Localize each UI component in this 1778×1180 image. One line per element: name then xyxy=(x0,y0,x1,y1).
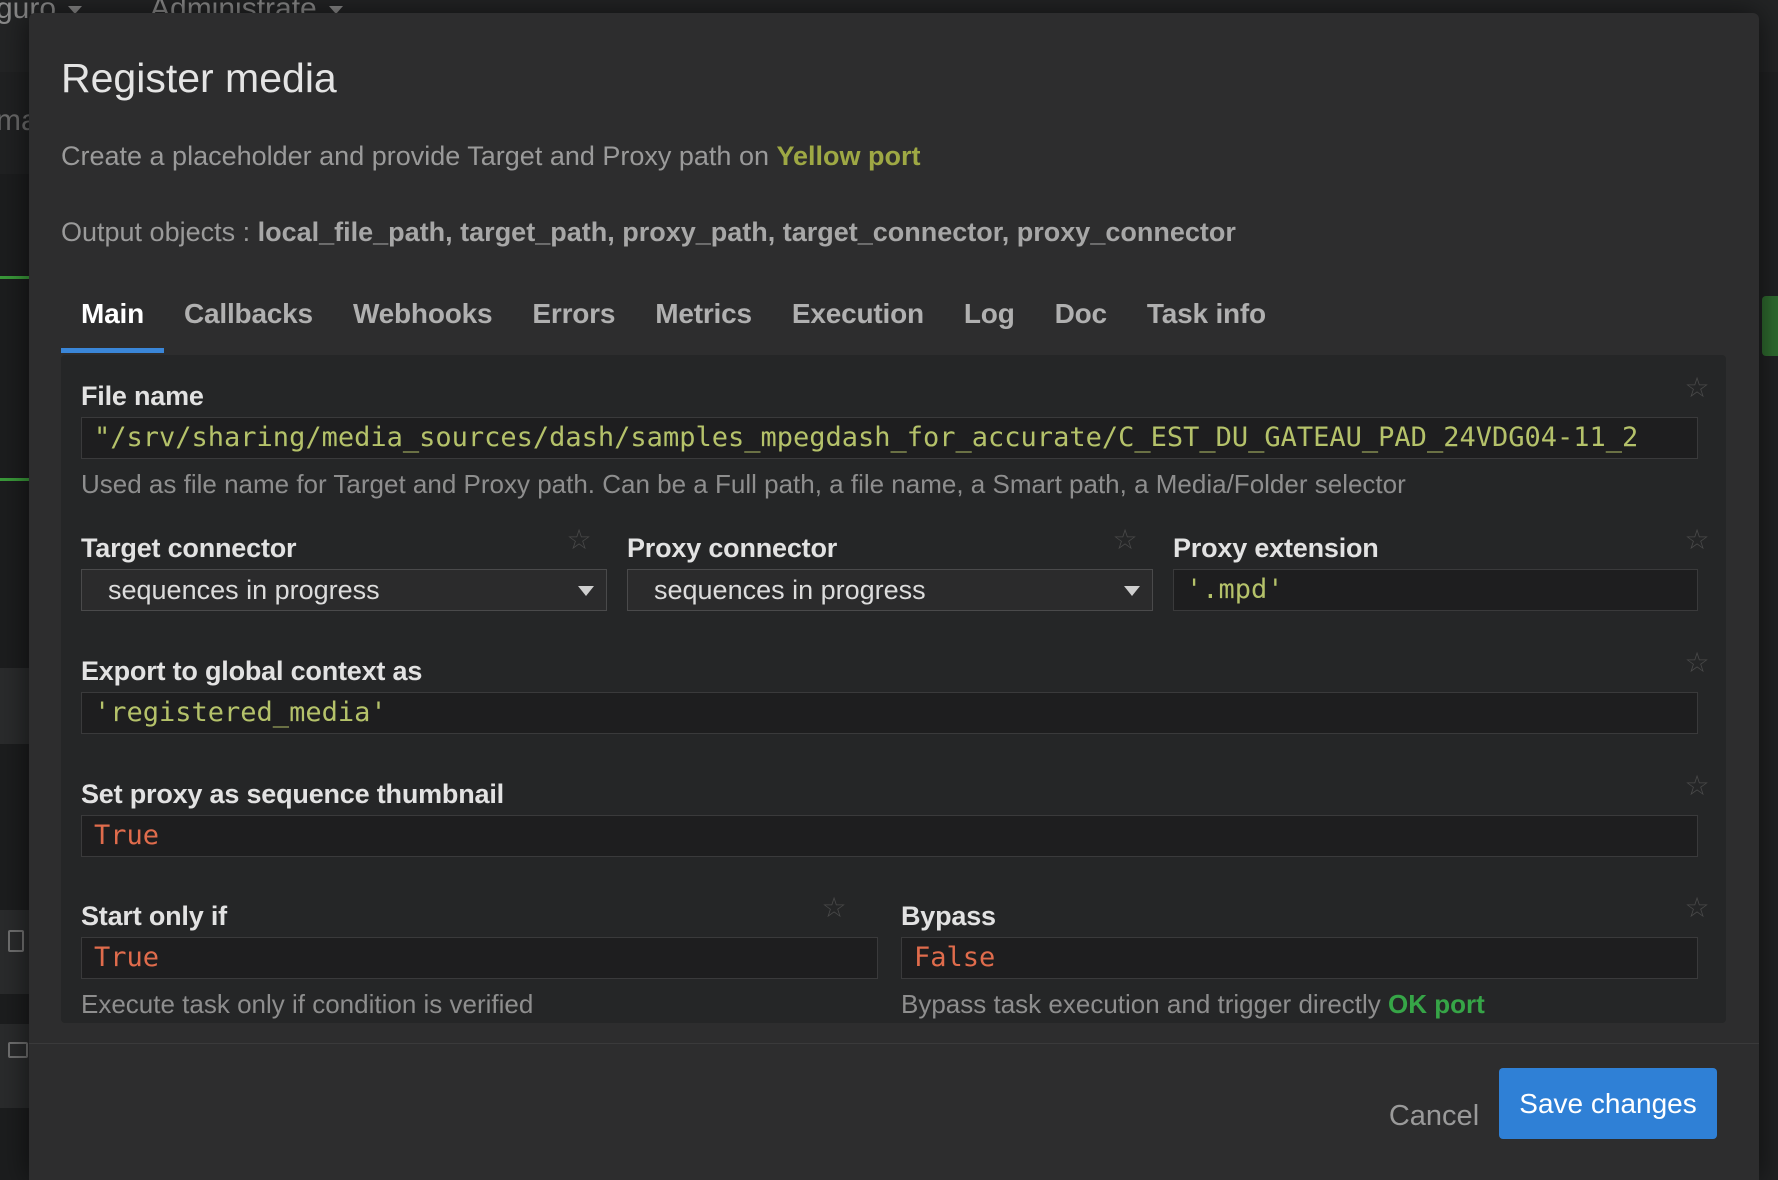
star-icon[interactable]: ☆ xyxy=(1684,649,1710,677)
sidebar-green-marker xyxy=(0,478,30,481)
app-right-edge xyxy=(1758,72,1778,1180)
app-sidebar: ma xyxy=(0,72,38,1180)
target-connector-label: Target connector xyxy=(81,533,297,563)
star-icon[interactable]: ☆ xyxy=(566,526,592,554)
start-only-if-input[interactable]: True xyxy=(81,937,878,979)
document-download-icon[interactable] xyxy=(8,930,24,952)
proxy-connector-label: Proxy connector xyxy=(627,533,838,563)
cancel-button[interactable]: Cancel xyxy=(1359,1081,1509,1151)
file-name-help: Used as file name for Target and Proxy p… xyxy=(81,469,1406,499)
star-icon[interactable]: ☆ xyxy=(1684,894,1710,922)
register-media-modal: Register media Create a placeholder and … xyxy=(29,13,1759,1180)
sidebar-row xyxy=(0,910,30,994)
modal-tabs: Main Callbacks Webhooks Errors Metrics E… xyxy=(61,281,1286,353)
tab-task-info[interactable]: Task info xyxy=(1127,281,1286,353)
proxy-connector-select[interactable]: sequences in progress xyxy=(627,569,1153,611)
ok-port-label: OK port xyxy=(1388,989,1485,1019)
star-icon[interactable]: ☆ xyxy=(1684,526,1710,554)
save-changes-button[interactable]: Save changes xyxy=(1499,1068,1717,1139)
tab-doc[interactable]: Doc xyxy=(1035,281,1127,353)
modal-description: Create a placeholder and provide Target … xyxy=(61,141,921,171)
folder-settings-icon[interactable] xyxy=(8,1042,28,1058)
export-context-label: Export to global context as xyxy=(81,656,423,686)
dropdown-arrow-icon xyxy=(1124,586,1140,596)
proxy-thumbnail-input[interactable]: True xyxy=(81,815,1698,857)
star-icon[interactable]: ☆ xyxy=(1112,526,1138,554)
proxy-extension-input[interactable]: '.mpd' xyxy=(1173,569,1698,611)
star-icon[interactable]: ☆ xyxy=(1684,772,1710,800)
sidebar-row xyxy=(0,1024,30,1108)
main-tab-panel: File name ☆ "/srv/sharing/media_sources/… xyxy=(61,355,1726,1023)
output-objects-list: local_file_path, target_path, proxy_path… xyxy=(257,217,1236,247)
modal-title: Register media xyxy=(61,55,337,101)
bypass-input[interactable]: False xyxy=(901,937,1698,979)
proxy-extension-label: Proxy extension xyxy=(1173,533,1379,563)
footer-divider xyxy=(29,1043,1759,1044)
dropdown-arrow-icon xyxy=(578,586,594,596)
file-name-input[interactable]: "/srv/sharing/media_sources/dash/samples… xyxy=(81,417,1698,459)
sidebar-green-marker xyxy=(0,276,30,279)
file-name-label: File name xyxy=(81,381,204,411)
tab-execution[interactable]: Execution xyxy=(772,281,944,353)
export-context-input[interactable]: 'registered_media' xyxy=(81,692,1698,734)
bypass-label: Bypass xyxy=(901,901,996,931)
right-green-tab xyxy=(1762,296,1778,356)
output-objects: Output objects : local_file_path, target… xyxy=(61,217,1236,247)
start-only-if-label: Start only if xyxy=(81,901,227,931)
tab-webhooks[interactable]: Webhooks xyxy=(333,281,512,353)
tab-errors[interactable]: Errors xyxy=(512,281,635,353)
star-icon[interactable]: ☆ xyxy=(1684,374,1710,402)
yellow-port-label: Yellow port xyxy=(776,141,921,171)
tab-log[interactable]: Log xyxy=(944,281,1035,353)
target-connector-select[interactable]: sequences in progress xyxy=(81,569,607,611)
start-only-if-help: Execute task only if condition is verifi… xyxy=(81,989,534,1019)
sidebar-row xyxy=(0,668,30,744)
tab-metrics[interactable]: Metrics xyxy=(635,281,772,353)
proxy-thumbnail-label: Set proxy as sequence thumbnail xyxy=(81,779,504,809)
tab-main[interactable]: Main xyxy=(61,281,164,353)
tab-callbacks[interactable]: Callbacks xyxy=(164,281,333,353)
bypass-help: Bypass task execution and trigger direct… xyxy=(901,989,1485,1019)
star-icon[interactable]: ☆ xyxy=(821,894,847,922)
